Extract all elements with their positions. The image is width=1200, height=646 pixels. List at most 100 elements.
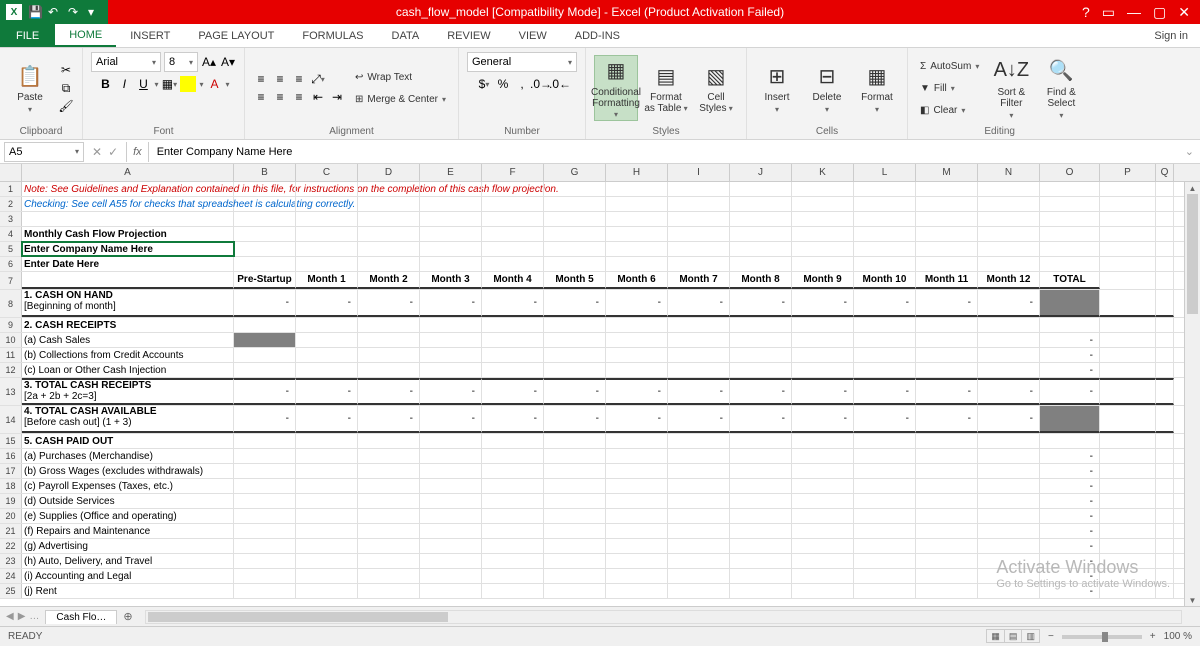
cell[interactable]: [420, 227, 482, 241]
cell[interactable]: (a) Cash Sales: [22, 333, 234, 347]
cell[interactable]: [482, 348, 544, 362]
cell[interactable]: [1156, 539, 1174, 553]
save-icon[interactable]: 💾: [28, 5, 42, 19]
cell[interactable]: [544, 257, 606, 271]
merge-center-button[interactable]: ⊞Merge & Center▾: [351, 89, 450, 109]
cell[interactable]: [792, 569, 854, 583]
cell[interactable]: [668, 257, 730, 271]
cell[interactable]: [358, 333, 420, 347]
cell[interactable]: [978, 584, 1040, 598]
cell[interactable]: [854, 524, 916, 538]
cell[interactable]: [358, 554, 420, 568]
ribbon-options-icon[interactable]: ▭: [1102, 4, 1115, 21]
cell[interactable]: TOTAL: [1040, 272, 1100, 289]
cell[interactable]: [854, 212, 916, 226]
cell[interactable]: [792, 494, 854, 508]
cell[interactable]: [358, 524, 420, 538]
cell[interactable]: [296, 212, 358, 226]
col-header-f[interactable]: F: [482, 164, 544, 181]
cell[interactable]: [482, 197, 544, 211]
cell[interactable]: Note: See Guidelines and Explanation con…: [22, 182, 234, 196]
cell[interactable]: [854, 434, 916, 448]
cell[interactable]: [1156, 333, 1174, 347]
cell[interactable]: [1100, 363, 1156, 377]
cell[interactable]: [1100, 242, 1156, 256]
cell[interactable]: [1156, 494, 1174, 508]
accounting-format-icon[interactable]: $▾: [476, 76, 492, 92]
cell[interactable]: [916, 257, 978, 271]
col-header-q[interactable]: Q: [1156, 164, 1174, 181]
cancel-formula-icon[interactable]: ✕: [92, 145, 102, 159]
increase-font-icon[interactable]: A▴: [201, 54, 217, 70]
cell[interactable]: [668, 569, 730, 583]
cell[interactable]: [854, 494, 916, 508]
row-header[interactable]: 19: [0, 494, 22, 508]
number-format-select[interactable]: General▾: [467, 52, 577, 72]
cell[interactable]: [234, 197, 296, 211]
cell[interactable]: [606, 434, 668, 448]
cell[interactable]: [606, 464, 668, 478]
cell[interactable]: Pre-Startup: [234, 272, 296, 289]
cell[interactable]: [730, 464, 792, 478]
cell[interactable]: [1156, 348, 1174, 362]
clear-button[interactable]: ◧Clear▾: [916, 100, 983, 120]
cell[interactable]: [730, 242, 792, 256]
col-header-k[interactable]: K: [792, 164, 854, 181]
cell[interactable]: [234, 584, 296, 598]
cell[interactable]: [916, 554, 978, 568]
cell[interactable]: [730, 348, 792, 362]
cell[interactable]: [668, 464, 730, 478]
cell[interactable]: [606, 212, 668, 226]
cell[interactable]: [668, 333, 730, 347]
align-middle-icon[interactable]: ≡: [272, 71, 288, 87]
cell[interactable]: (d) Outside Services: [22, 494, 234, 508]
cell[interactable]: [730, 333, 792, 347]
cell[interactable]: [420, 434, 482, 448]
tab-insert[interactable]: INSERT: [116, 24, 184, 47]
cell[interactable]: -: [1040, 449, 1100, 463]
cell[interactable]: -: [854, 290, 916, 317]
cell[interactable]: [668, 242, 730, 256]
cell[interactable]: -: [854, 406, 916, 433]
cell[interactable]: [482, 242, 544, 256]
cell[interactable]: [482, 509, 544, 523]
cell[interactable]: [296, 584, 358, 598]
col-header-n[interactable]: N: [978, 164, 1040, 181]
cell[interactable]: Month 11: [916, 272, 978, 289]
cell[interactable]: [420, 569, 482, 583]
cell[interactable]: [730, 257, 792, 271]
cell[interactable]: [792, 212, 854, 226]
cell[interactable]: [358, 509, 420, 523]
cell[interactable]: -: [792, 378, 854, 405]
cell[interactable]: [730, 197, 792, 211]
cell[interactable]: [234, 464, 296, 478]
row-header[interactable]: 13: [0, 378, 22, 405]
cell[interactable]: -: [916, 406, 978, 433]
zoom-in-icon[interactable]: +: [1150, 631, 1156, 642]
cell[interactable]: [1100, 197, 1156, 211]
cell[interactable]: 3. TOTAL CASH RECEIPTS [2a + 2b + 2c=3]: [22, 378, 234, 405]
cell[interactable]: [544, 494, 606, 508]
cell[interactable]: [916, 464, 978, 478]
cell[interactable]: [668, 509, 730, 523]
page-break-view-icon[interactable]: ▥: [1021, 629, 1040, 643]
cell[interactable]: -: [1040, 494, 1100, 508]
maximize-icon[interactable]: ▢: [1153, 4, 1166, 21]
cell[interactable]: [668, 348, 730, 362]
cell[interactable]: (f) Repairs and Maintenance: [22, 524, 234, 538]
col-header-c[interactable]: C: [296, 164, 358, 181]
cell[interactable]: [358, 494, 420, 508]
cell[interactable]: -: [420, 378, 482, 405]
cell[interactable]: [854, 584, 916, 598]
cell[interactable]: [1100, 524, 1156, 538]
tab-review[interactable]: REVIEW: [433, 24, 504, 47]
cell[interactable]: [296, 539, 358, 553]
cell[interactable]: [420, 333, 482, 347]
cell[interactable]: [296, 227, 358, 241]
cell[interactable]: [792, 257, 854, 271]
cell[interactable]: [792, 318, 854, 332]
cell[interactable]: Month 8: [730, 272, 792, 289]
cell[interactable]: [606, 449, 668, 463]
cell[interactable]: [792, 182, 854, 196]
increase-indent-icon[interactable]: ⇥: [329, 89, 345, 105]
